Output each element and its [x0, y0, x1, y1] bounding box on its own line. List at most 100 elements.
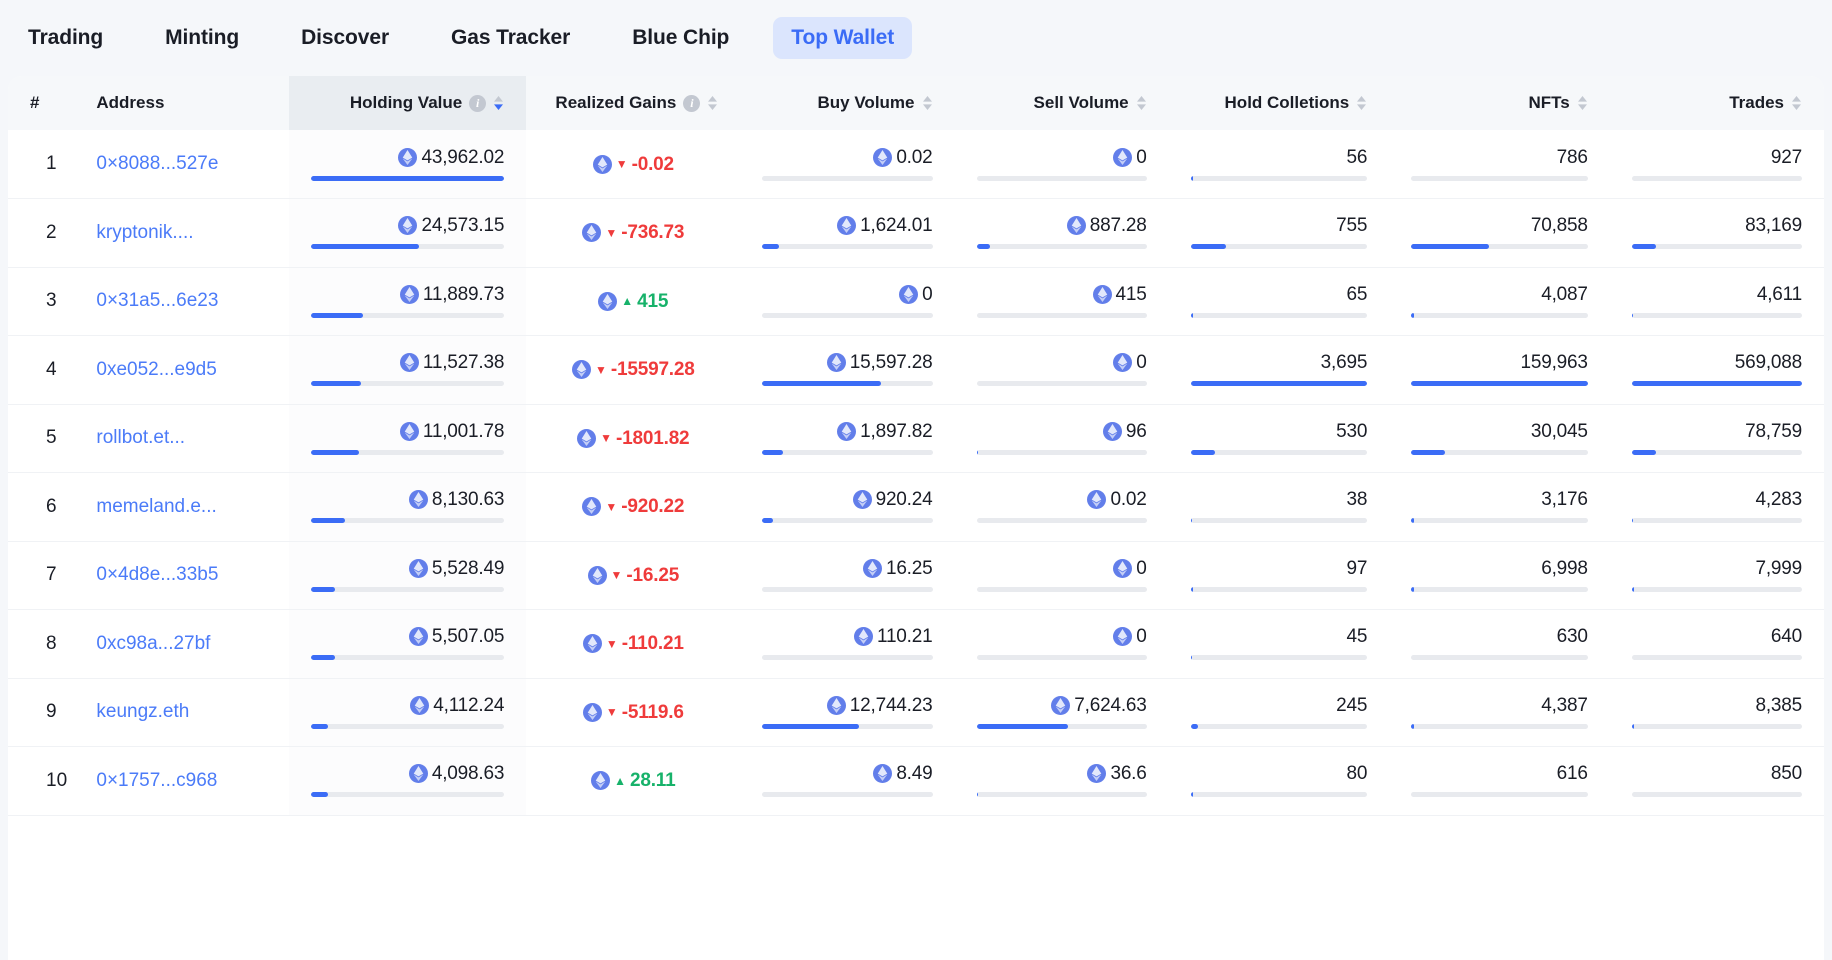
cell-content: 5,528.49 — [311, 559, 505, 592]
table-row[interactable]: 70×4d8e...33b55,528.49▼-16.2516.250976,9… — [8, 541, 1824, 610]
cell-buy: 8.49 — [740, 747, 954, 816]
value-group: 1,897.82 — [837, 422, 932, 441]
address-link[interactable]: 0×4d8e...33b5 — [96, 564, 218, 585]
value-group: 3,176 — [1541, 490, 1588, 509]
cell-content: 850 — [1632, 764, 1802, 797]
value-text: 5,507.05 — [432, 627, 504, 646]
info-icon[interactable]: i — [683, 95, 700, 112]
table-row[interactable]: 40xe052...e9d511,527.38▼-15597.2815,597.… — [8, 336, 1824, 405]
value-bar — [311, 381, 505, 386]
sort-arrows-icon[interactable] — [922, 95, 933, 111]
table-row[interactable]: 80xc98a...27bf5,507.05▼-110.21110.210456… — [8, 610, 1824, 679]
value-bar — [1632, 518, 1802, 523]
column-header-coll[interactable]: Hold Colletions — [1169, 76, 1390, 130]
sort-arrows-icon[interactable] — [1356, 95, 1367, 111]
value-text: 97 — [1346, 559, 1367, 578]
column-header-sell[interactable]: Sell Volume — [955, 76, 1169, 130]
trend-down-icon: ▼ — [605, 227, 617, 239]
value-bar — [1632, 792, 1802, 797]
cell-content: 6,998 — [1411, 559, 1588, 592]
cell-coll: 245 — [1169, 678, 1390, 747]
address-link[interactable]: memeland.e... — [96, 496, 216, 517]
nav-item-discover[interactable]: Discover — [283, 17, 407, 59]
value-bar-fill — [311, 244, 419, 249]
nav-item-trading[interactable]: Trading — [10, 17, 121, 59]
cell-content: 3,176 — [1411, 490, 1588, 523]
table-row[interactable]: 6memeland.e...8,130.63▼-920.22920.240.02… — [8, 473, 1824, 542]
nav-item-minting[interactable]: Minting — [147, 17, 257, 59]
cell-rank: 3 — [8, 267, 74, 336]
value-bar — [311, 244, 505, 249]
cell-hold: 11,527.38 — [289, 336, 527, 405]
sort-arrows-icon[interactable] — [1577, 95, 1588, 111]
value-bar — [977, 587, 1147, 592]
value-text: 38 — [1346, 490, 1367, 509]
value-text: 56 — [1346, 148, 1367, 167]
info-icon[interactable]: i — [469, 95, 486, 112]
sort-arrows-icon[interactable] — [493, 95, 504, 111]
value-bar-fill — [977, 244, 991, 249]
value-bar — [1632, 587, 1802, 592]
table-row[interactable]: 100×1757...c9684,098.63▲28.118.4936.6806… — [8, 747, 1824, 816]
cell-hold: 11,001.78 — [289, 404, 527, 473]
cell-content: 616 — [1411, 764, 1588, 797]
table-row[interactable]: 2kryptonik....24,573.15▼-736.731,624.018… — [8, 199, 1824, 268]
cell-content: ▼-16.25 — [548, 566, 718, 585]
value-bar — [1632, 176, 1802, 181]
address-link[interactable]: keungz.eth — [96, 701, 189, 722]
eth-icon — [400, 285, 419, 304]
address-link[interactable]: 0×31a5...6e23 — [96, 290, 218, 311]
address-link[interactable]: 0xe052...e9d5 — [96, 359, 216, 380]
cell-rank: 5 — [8, 404, 74, 473]
nav-item-blue-chip[interactable]: Blue Chip — [614, 17, 747, 59]
value-bar — [1632, 655, 1802, 660]
address-link[interactable]: kryptonik.... — [96, 222, 193, 243]
cell-address: memeland.e... — [74, 473, 288, 542]
column-header-label: # — [30, 93, 39, 113]
eth-icon — [827, 353, 846, 372]
value-bar-fill — [1411, 518, 1414, 523]
address-link[interactable]: 0xc98a...27bf — [96, 633, 210, 654]
value-group: 43,962.02 — [398, 148, 504, 167]
table-row[interactable]: 10×8088...527e43,962.02▼-0.020.020567869… — [8, 130, 1824, 199]
value-group: 4,387 — [1541, 696, 1588, 715]
address-link[interactable]: 0×8088...527e — [96, 153, 218, 174]
column-header-trades[interactable]: Trades — [1610, 76, 1824, 130]
cell-content: 4,611 — [1632, 285, 1802, 318]
table-row[interactable]: 30×31a5...6e2311,889.73▲4150415654,0874,… — [8, 267, 1824, 336]
sort-arrows-icon[interactable] — [707, 95, 718, 111]
value-text: 4,087 — [1541, 285, 1588, 304]
column-header-hold[interactable]: Holding Valuei — [289, 76, 527, 130]
nav-item-top-wallet[interactable]: Top Wallet — [773, 17, 912, 59]
column-header-gains[interactable]: Realized Gainsi — [526, 76, 740, 130]
eth-icon — [873, 148, 892, 167]
value-group: ▼-920.22 — [582, 497, 684, 516]
value-bar-fill — [1632, 244, 1656, 249]
cell-address: 0xc98a...27bf — [74, 610, 288, 679]
column-header-buy[interactable]: Buy Volume — [740, 76, 954, 130]
table-row[interactable]: 9keungz.eth4,112.24▼-5119.612,744.237,62… — [8, 678, 1824, 747]
value-text: 96 — [1126, 422, 1147, 441]
value-text: 7,624.63 — [1074, 696, 1146, 715]
column-header-label: Trades — [1729, 93, 1784, 113]
eth-icon — [1113, 559, 1132, 578]
eth-icon — [583, 634, 602, 653]
column-header-nfts[interactable]: NFTs — [1389, 76, 1610, 130]
address-link[interactable]: rollbot.et... — [96, 427, 185, 448]
cell-trades: 7,999 — [1610, 541, 1824, 610]
eth-icon — [583, 703, 602, 722]
value-text: -16.25 — [626, 566, 679, 585]
cell-content: ▲415 — [548, 292, 718, 311]
sort-arrows-icon[interactable] — [1791, 95, 1802, 111]
cell-coll: 97 — [1169, 541, 1390, 610]
nav-item-gas-tracker[interactable]: Gas Tracker — [433, 17, 588, 59]
value-bar-fill — [311, 792, 328, 797]
sort-arrows-icon[interactable] — [1136, 95, 1147, 111]
value-group: 4,112.24 — [410, 696, 504, 715]
value-bar — [1191, 450, 1368, 455]
value-bar-fill — [1191, 724, 1198, 729]
address-link[interactable]: 0×1757...c968 — [96, 770, 217, 791]
cell-buy: 0.02 — [740, 130, 954, 199]
eth-icon — [400, 353, 419, 372]
table-row[interactable]: 5rollbot.et...11,001.78▼-1801.821,897.82… — [8, 404, 1824, 473]
